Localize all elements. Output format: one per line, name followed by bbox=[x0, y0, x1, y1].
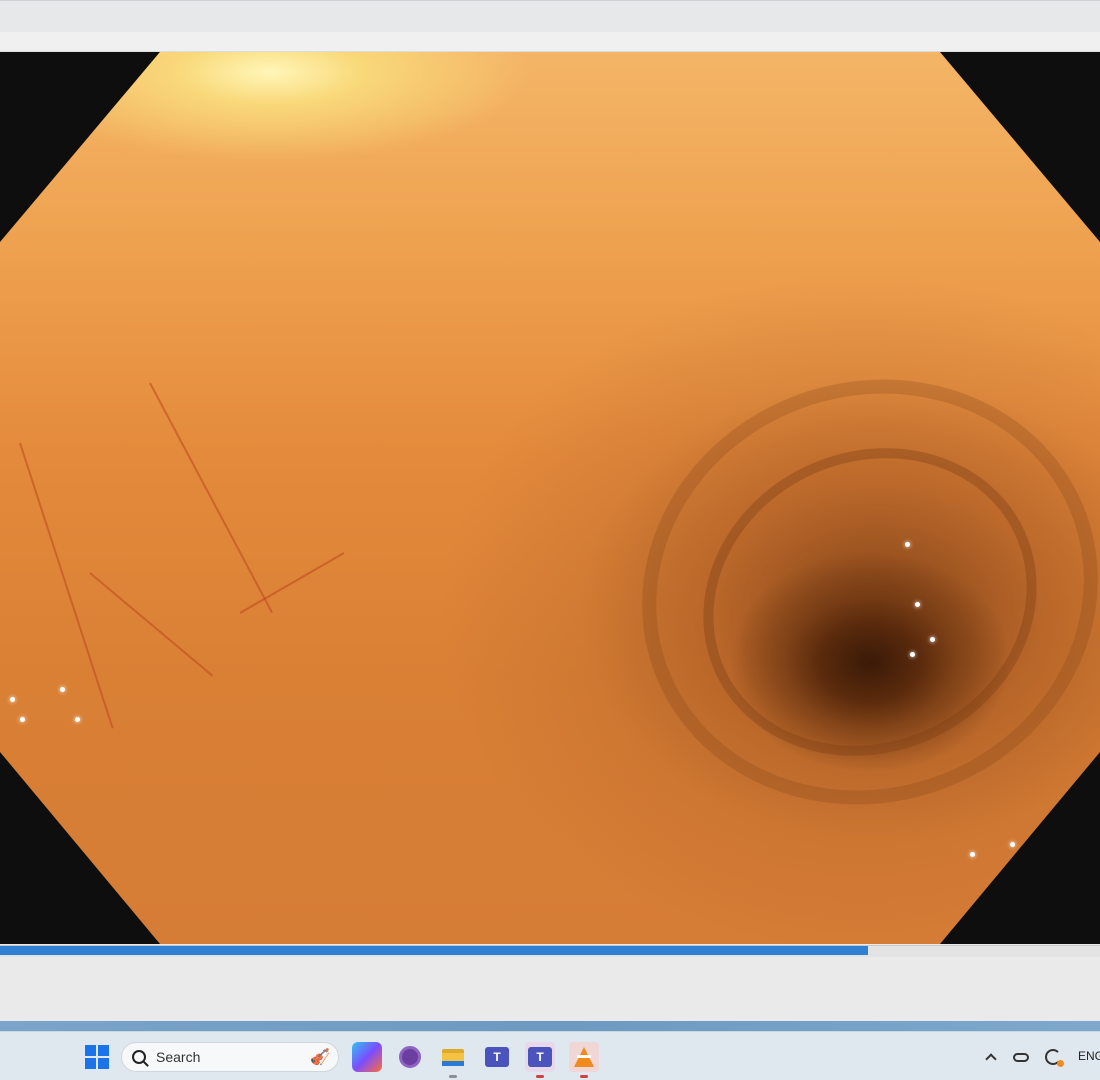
video-viewport[interactable] bbox=[0, 52, 1100, 944]
windows-logo-icon bbox=[85, 1045, 109, 1069]
light-reflection bbox=[970, 852, 975, 857]
vessel-line bbox=[89, 572, 214, 677]
light-reflection bbox=[915, 602, 920, 607]
windows-taskbar: Search 🎻 T T ENG bbox=[0, 1031, 1100, 1080]
light-reflection bbox=[910, 652, 915, 657]
seek-bar[interactable] bbox=[0, 945, 1100, 957]
search-icon bbox=[132, 1050, 146, 1064]
start-button[interactable] bbox=[82, 1042, 112, 1072]
search-highlight-icon: 🎻 bbox=[310, 1049, 330, 1066]
light-reflection bbox=[20, 717, 25, 722]
teams-work-icon[interactable]: T bbox=[482, 1042, 512, 1072]
window-menubar bbox=[0, 32, 1100, 52]
light-reflection bbox=[75, 717, 80, 722]
light-reflection bbox=[930, 637, 935, 642]
taskbar-search[interactable]: Search 🎻 bbox=[121, 1042, 339, 1072]
window-titlebar bbox=[0, 0, 1100, 32]
vessel-line bbox=[149, 382, 273, 614]
input-language-indicator[interactable]: ENG bbox=[1078, 1049, 1100, 1063]
endoscopy-video-frame bbox=[0, 52, 1100, 944]
player-controls-area bbox=[0, 957, 1100, 1021]
seek-bar-fill bbox=[0, 946, 868, 955]
github-desktop-icon[interactable] bbox=[395, 1042, 425, 1072]
light-reflection bbox=[1010, 842, 1015, 847]
sync-status-icon[interactable] bbox=[1038, 1042, 1068, 1072]
light-reflection bbox=[60, 687, 65, 692]
file-explorer-icon[interactable] bbox=[438, 1042, 468, 1078]
onedrive-cloud-icon[interactable] bbox=[1006, 1042, 1036, 1072]
copilot-icon[interactable] bbox=[352, 1042, 382, 1072]
vlc-icon[interactable] bbox=[569, 1042, 599, 1078]
show-hidden-icons-chevron-icon[interactable] bbox=[976, 1042, 1006, 1072]
light-reflection bbox=[905, 542, 910, 547]
search-label: Search bbox=[156, 1049, 201, 1065]
vessel-line bbox=[19, 442, 114, 729]
desktop-wallpaper-strip bbox=[0, 1021, 1100, 1031]
light-reflection bbox=[10, 697, 15, 702]
teams-icon[interactable]: T bbox=[525, 1042, 555, 1078]
